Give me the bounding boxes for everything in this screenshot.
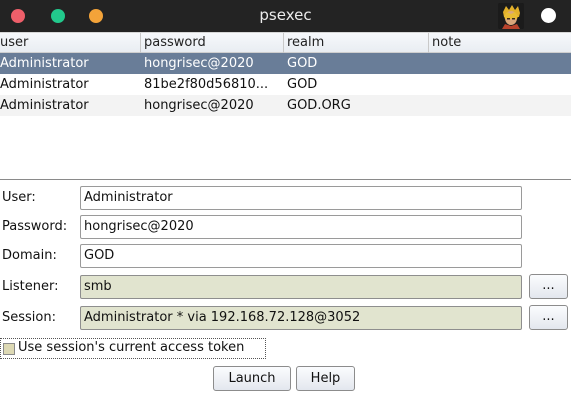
cell-password: hongrisec@2020 [144, 98, 254, 113]
launch-button[interactable]: Launch [213, 366, 291, 391]
cell-note [429, 74, 571, 95]
column-header-note[interactable]: note [429, 33, 571, 53]
password-input[interactable]: hongrisec@2020 [80, 215, 522, 239]
title-bar: psexec [0, 0, 571, 32]
listener-label: Listener: [2, 279, 59, 294]
cell-realm: GOD [287, 77, 318, 92]
table-header: user password realm note [0, 32, 571, 53]
user-avatar-icon[interactable] [498, 3, 524, 29]
table-row[interactable]: Administrator 81be2f80d56810... GOD [0, 74, 571, 95]
listener-field[interactable]: smb [80, 275, 522, 299]
column-header-password[interactable]: password [141, 33, 284, 53]
column-header-realm[interactable]: realm [284, 33, 429, 53]
access-token-checkbox-row[interactable]: Use session's current access token [0, 338, 266, 359]
user-input[interactable]: Administrator [80, 186, 522, 210]
choose-listener-button[interactable]: ... [529, 274, 568, 299]
cell-realm: GOD [287, 56, 318, 71]
menu-dot-button[interactable] [541, 8, 556, 23]
cell-note [429, 53, 571, 74]
user-label: User: [2, 190, 36, 205]
cell-realm: GOD.ORG [287, 98, 351, 113]
session-label: Session: [2, 310, 56, 325]
choose-session-button[interactable]: ... [529, 305, 568, 330]
access-token-checkbox[interactable] [3, 343, 15, 355]
column-header-user[interactable]: user [0, 33, 141, 53]
domain-label: Domain: [2, 248, 57, 263]
session-field[interactable]: Administrator * via 192.168.72.128@3052 [80, 306, 522, 330]
domain-input[interactable]: GOD [80, 244, 522, 268]
access-token-label[interactable]: Use session's current access token [18, 340, 244, 355]
table-row[interactable]: Administrator hongrisec@2020 GOD [0, 53, 571, 74]
credentials-table: user password realm note Administrator h… [0, 32, 571, 180]
window-title: psexec [259, 6, 312, 24]
password-label: Password: [2, 219, 68, 234]
cell-note [429, 95, 571, 116]
help-button[interactable]: Help [296, 366, 355, 391]
cell-user: Administrator [0, 98, 89, 113]
cell-user: Administrator [0, 77, 89, 92]
cell-password: 81be2f80d56810... [144, 77, 269, 92]
cell-user: Administrator [0, 56, 89, 71]
cell-password: hongrisec@2020 [144, 56, 254, 71]
table-row[interactable]: Administrator hongrisec@2020 GOD.ORG [0, 95, 571, 116]
